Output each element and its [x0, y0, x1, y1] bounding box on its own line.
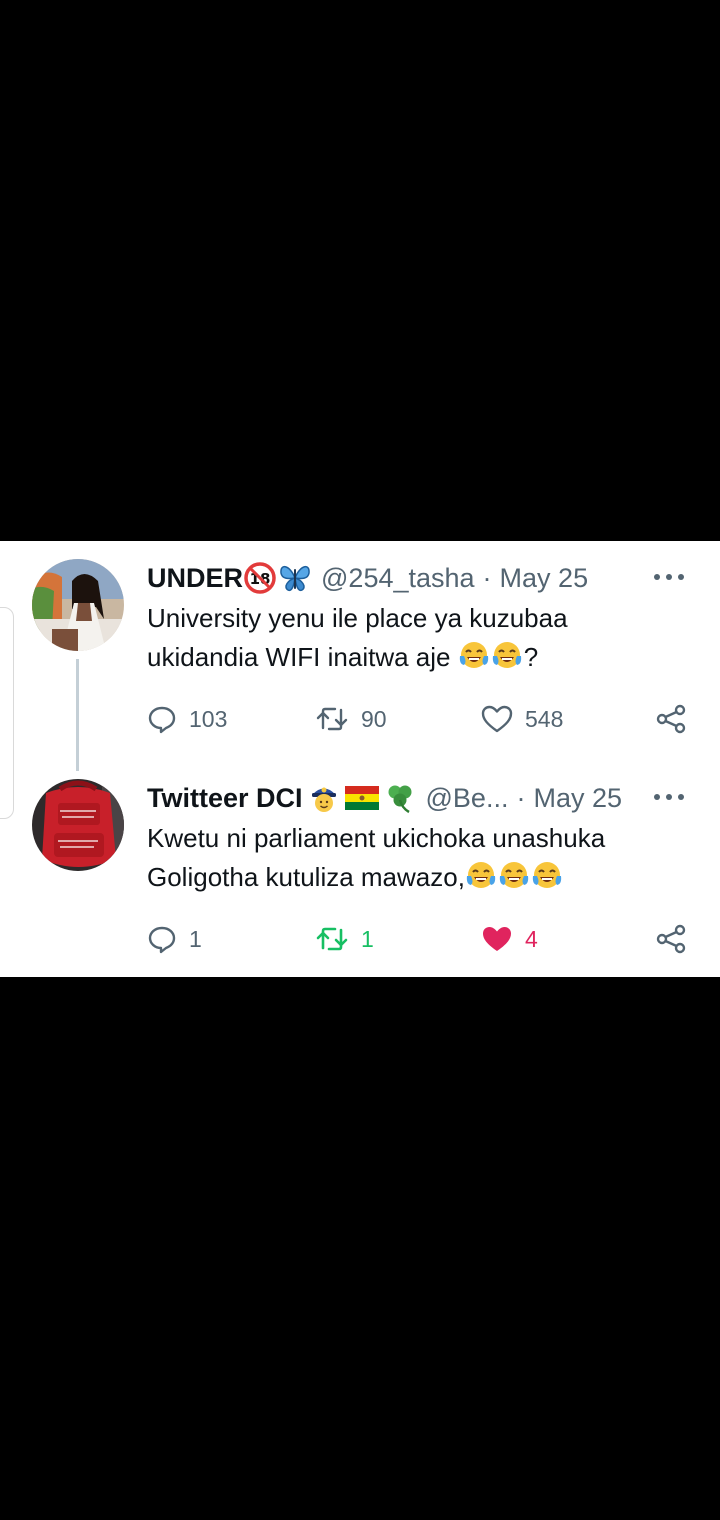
tweet-date[interactable]: May 25: [533, 781, 622, 815]
tweet-text-line: Kwetu ni parliament ukichoka unashuka: [147, 823, 606, 853]
tweet-header: UNDER 18 @254_tasha · May 25: [147, 561, 640, 595]
tears-of-joy-emoji-icon: [465, 860, 497, 903]
tweet-text-fragment: ukidandia WIFI inaitwa aje: [147, 642, 451, 672]
display-name[interactable]: Twitteer DCI: [147, 781, 303, 815]
user-handle[interactable]: @Be...: [426, 781, 509, 815]
retweet-count: 1: [361, 925, 374, 952]
display-name[interactable]: UNDER: [147, 561, 243, 595]
reply-icon: [148, 926, 176, 954]
share-button[interactable]: [655, 919, 687, 959]
retweet-button[interactable]: 1: [315, 919, 374, 959]
separator-dot: ·: [482, 563, 492, 593]
tears-of-joy-emoji-icon: [498, 860, 530, 903]
like-count: 4: [525, 925, 538, 952]
police-officer-emoji-icon: [309, 782, 339, 814]
tweet[interactable]: UNDER 18 @254_tasha · May 25: [0, 541, 720, 761]
reply-button[interactable]: 103: [147, 699, 227, 739]
tweet-actions: 1 1 4: [147, 919, 692, 959]
like-button[interactable]: 4: [481, 919, 538, 959]
tweet-header: Twitteer DCI @Be... · May 25: [147, 781, 640, 815]
avatar[interactable]: [32, 779, 124, 871]
18-prohibited-icon: 18: [244, 562, 276, 594]
reply-count: 1: [189, 925, 202, 952]
retweet-icon: [316, 927, 348, 951]
separator-dot: ·: [516, 783, 526, 813]
tweet-date[interactable]: May 25: [500, 561, 589, 595]
tweet-text: Kwetu ni parliament ukichoka unashuka Go…: [147, 819, 667, 903]
retweet-button[interactable]: 90: [315, 699, 387, 739]
tweet-actions: 103 90 548: [147, 699, 692, 739]
tweet-text-line: Goligotha kutuliza mawazo,: [147, 858, 667, 903]
retweet-icon: [316, 707, 348, 731]
more-options-icon[interactable]: [654, 567, 684, 587]
heart-outline-icon: [481, 705, 513, 733]
reply-count: 103: [189, 705, 228, 732]
tweet-text-fragment: ?: [523, 642, 539, 672]
tears-of-joy-emoji-icon: [458, 640, 490, 683]
butterfly-emoji-icon: [278, 563, 312, 593]
tears-of-joy-emoji-icon: [491, 640, 523, 683]
more-options-icon[interactable]: [654, 787, 684, 807]
heart-filled-icon: [483, 927, 511, 951]
tweet-text-fragment: Goligotha kutuliza mawazo,: [147, 862, 465, 892]
user-handle[interactable]: @254_tasha: [321, 561, 475, 595]
like-button[interactable]: 548: [481, 699, 563, 739]
tears-of-joy-emoji-icon: [531, 860, 563, 903]
reply-icon: [148, 706, 176, 734]
reply-button[interactable]: 1: [147, 919, 202, 959]
retweet-count: 90: [361, 705, 387, 732]
tweet-text-line: University yenu ile place ya kuzubaa: [147, 603, 568, 633]
tweet-text-line: ukidandia WIFI inaitwa aje ?: [147, 638, 667, 683]
avatar[interactable]: [32, 559, 124, 651]
tweet[interactable]: Twitteer DCI @Be... · May 25 Kwetu ni pa…: [0, 761, 720, 977]
share-icon: [656, 704, 686, 734]
tweet-text: University yenu ile place ya kuzubaa uki…: [147, 599, 667, 683]
bolivia-flag-emoji-icon: [344, 785, 380, 811]
tweet-thread-panel: UNDER 18 @254_tasha · May 25: [0, 541, 720, 977]
share-button[interactable]: [655, 699, 687, 739]
shamrock-emoji-icon: [383, 782, 417, 814]
share-icon: [656, 924, 686, 954]
like-count: 548: [525, 705, 564, 732]
